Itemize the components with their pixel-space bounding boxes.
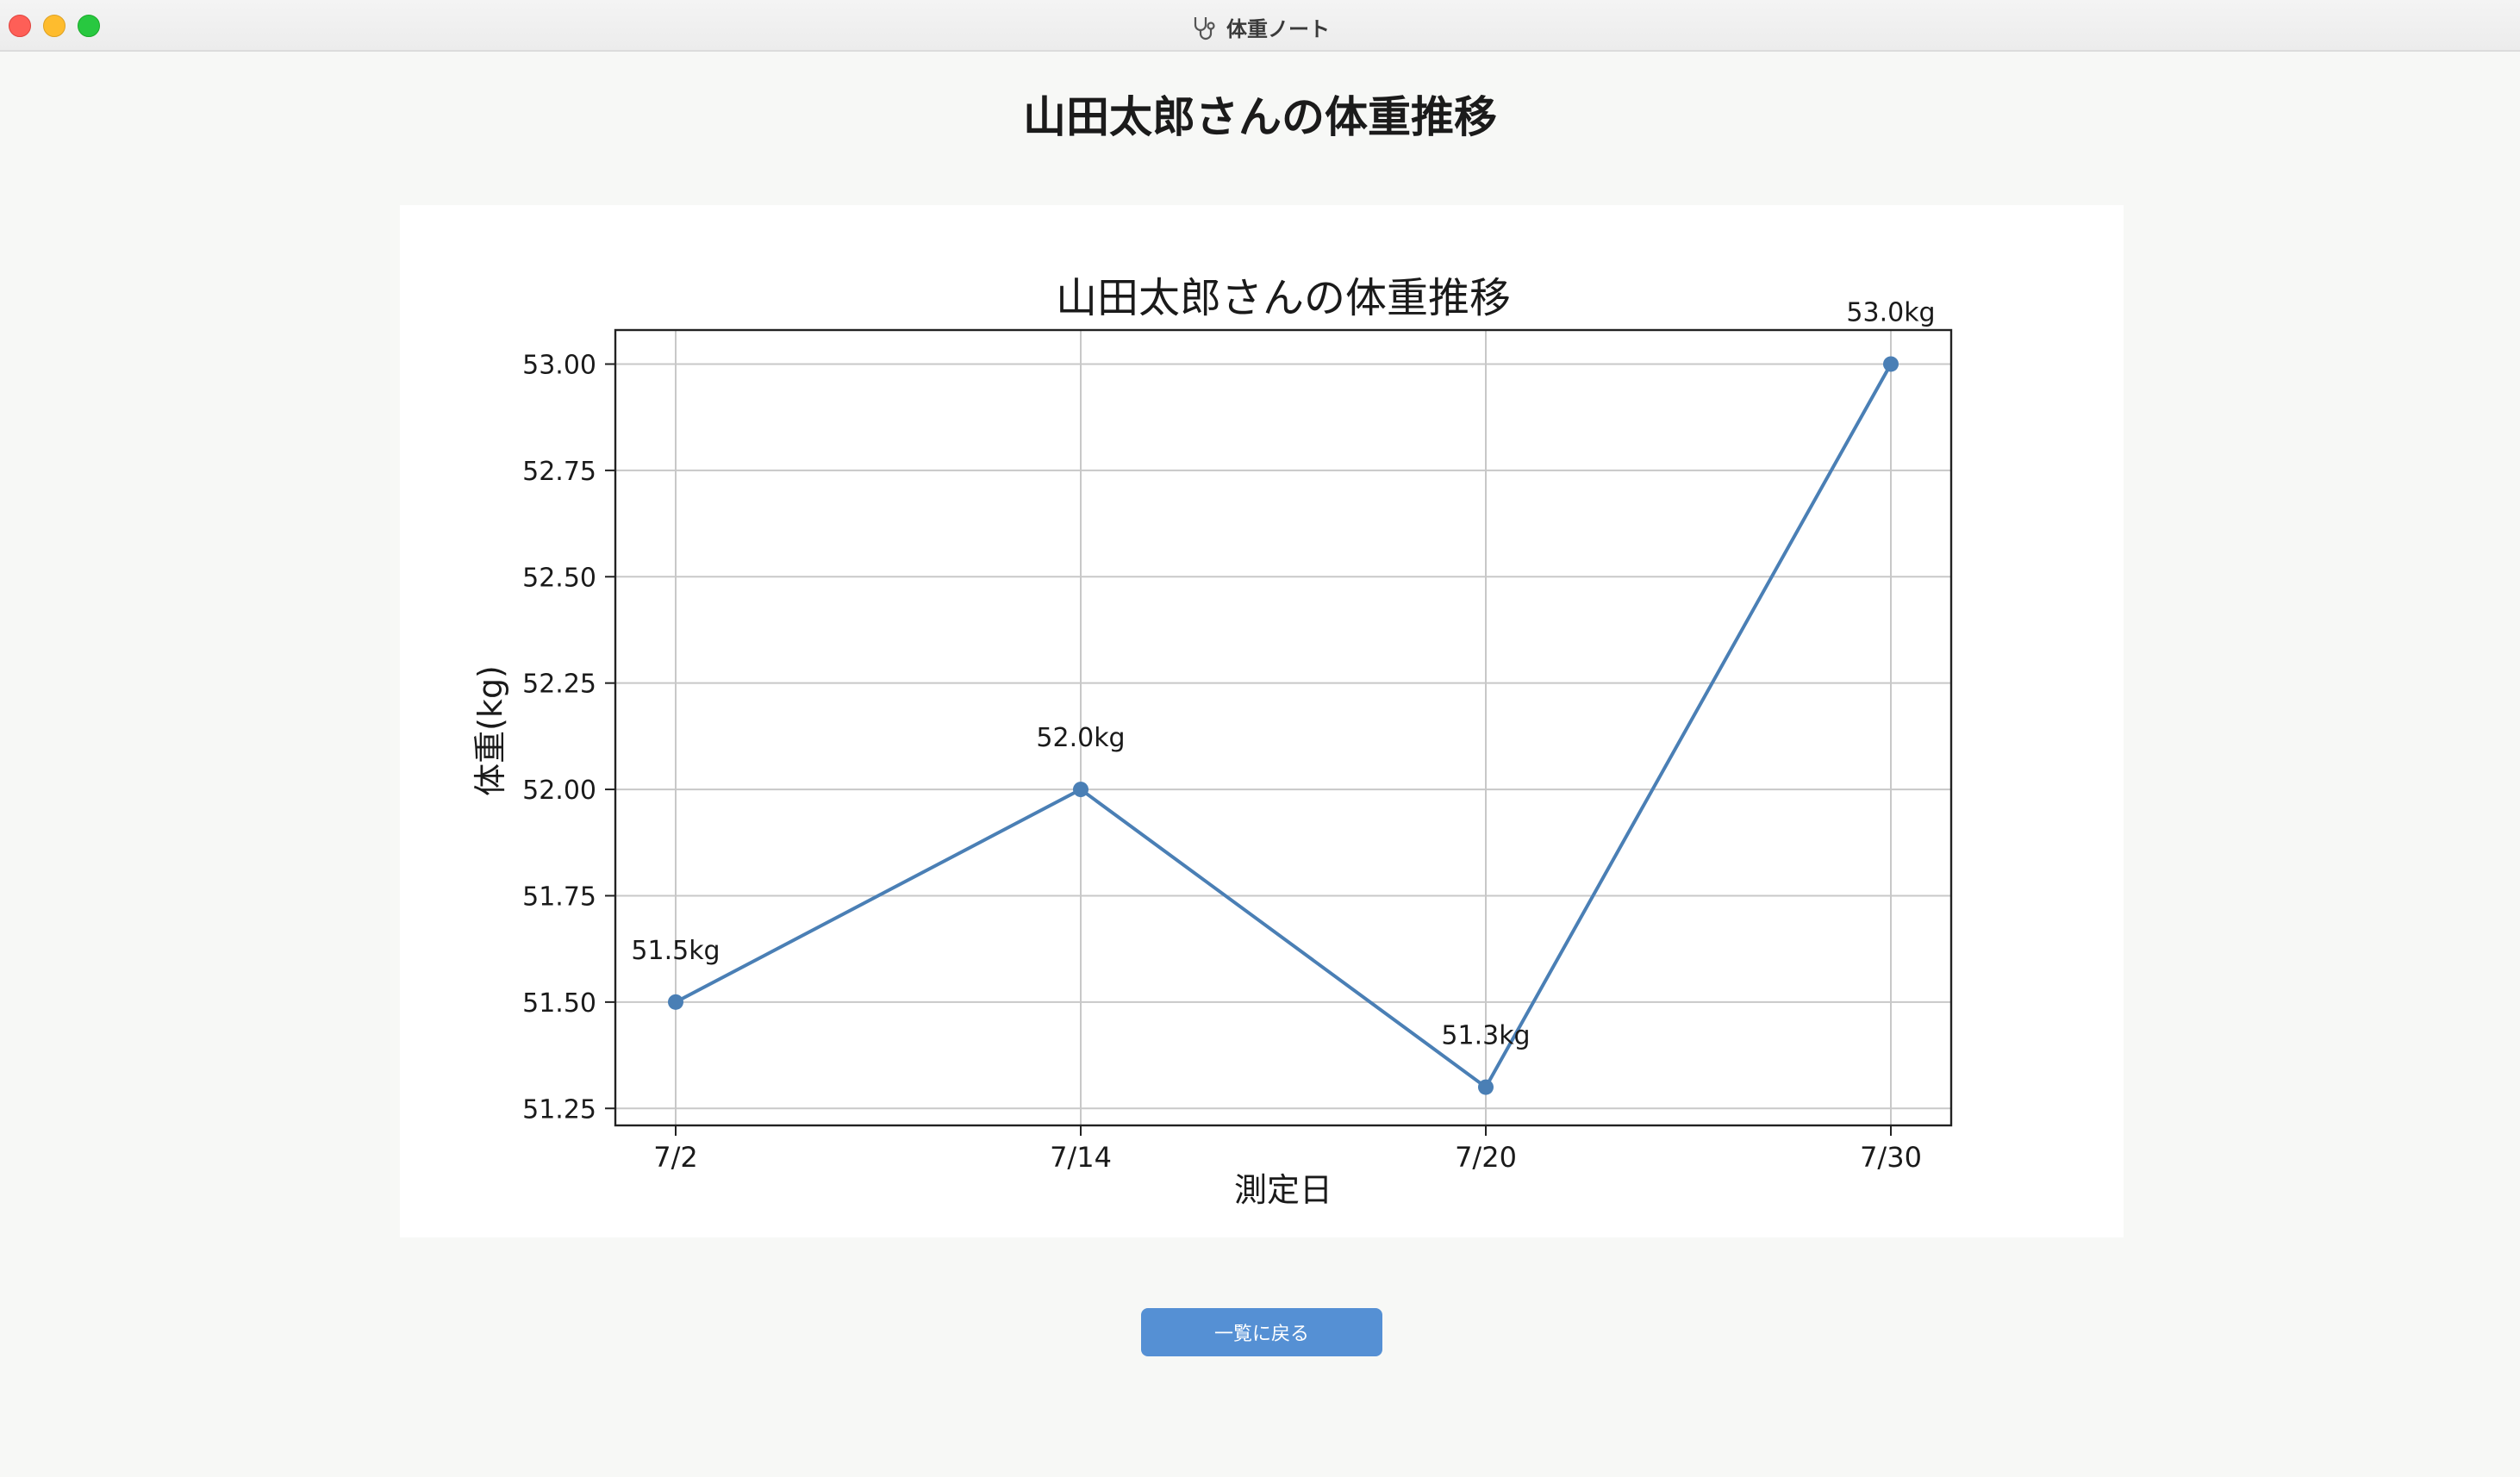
data-point [1883,356,1899,372]
y-tick-label: 52.75 [522,457,596,487]
data-point-label: 52.0kg [1036,723,1125,753]
y-tick-label: 51.75 [522,882,596,912]
data-point [1478,1079,1494,1095]
title-bar: 体重ノート [0,0,2520,52]
y-tick-label: 51.25 [522,1094,596,1125]
y-tick-label: 52.25 [522,670,596,700]
page-title: 山田太郎さんの体重推移 [1023,92,1497,142]
window-title-group: 体重ノート [0,12,2520,42]
plot-frame [614,328,1953,1127]
y-tick-label: 53.00 [522,350,596,380]
x-tick-label: 7/20 [1455,1141,1517,1174]
data-point-label: 53.0kg [1846,297,1935,327]
weight-series-line [675,363,1893,1090]
data-point-label: 51.3kg [1441,1021,1530,1051]
y-tick-label: 52.50 [522,563,596,593]
app-window: 体重ノート 山田太郎さんの体重推移 51.25 51.50 51.75 52.00 52… [0,0,2520,1477]
data-point [1073,782,1088,798]
y-tick-label: 51.50 [522,988,596,1019]
x-tick-label: 7/30 [1860,1141,1922,1174]
stethoscope-icon [1190,15,1219,41]
back-to-list-button[interactable]: 一覧に戻る [1141,1308,1382,1356]
y-tick-label: 52.00 [522,776,596,806]
x-tick-label: 7/2 [653,1141,698,1174]
x-tick-label: 7/14 [1050,1141,1112,1174]
weight-chart-card: 51.25 51.50 51.75 52.00 52.25 52.50 52.75 53.00… [400,205,2124,1237]
weight-line-chart: 51.25 51.50 51.75 52.00 52.25 52.50 52.75 53.00… [471,274,1953,1209]
x-axis-label: 測定日 [1234,1171,1332,1209]
chart-title: 山田太郎さんの体重推移 [1056,274,1511,322]
data-point-label: 51.5kg [631,936,720,966]
window-title: 体重ノート [1226,17,1330,41]
y-axis-label: 体重(kg) [471,665,509,796]
data-point [668,994,683,1010]
